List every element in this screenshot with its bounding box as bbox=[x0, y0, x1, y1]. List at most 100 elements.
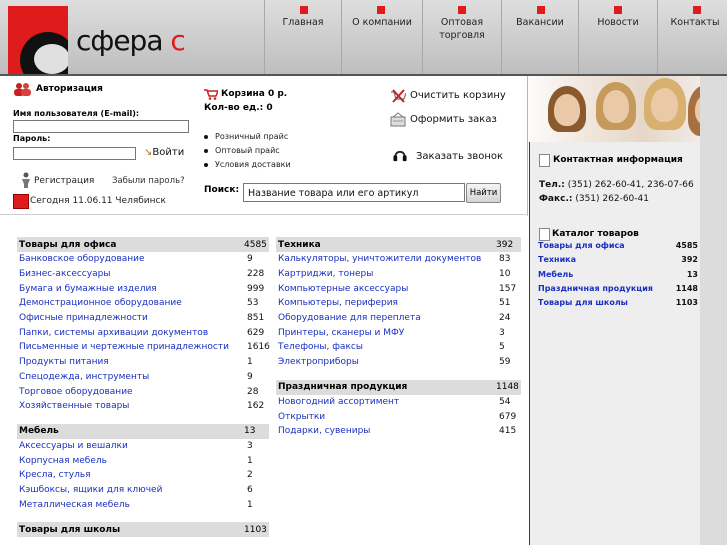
register-link[interactable]: Регистрация bbox=[34, 176, 94, 186]
category-link[interactable]: Оборудование для переплета bbox=[276, 313, 499, 323]
catalog-row: Компьютеры, периферия 51 bbox=[276, 296, 521, 311]
document-icon bbox=[539, 228, 550, 241]
logo-mark[interactable] bbox=[8, 6, 68, 74]
category-link[interactable]: Письменные и чертежные принадлежности bbox=[17, 342, 247, 352]
category-link[interactable]: Металлическая мебель bbox=[17, 500, 247, 510]
nav-about[interactable]: О компании bbox=[341, 0, 422, 76]
category-count: 28 bbox=[247, 386, 259, 397]
category-link[interactable]: Офисные принадлежности bbox=[17, 313, 247, 323]
logo-text[interactable]: сфера с bbox=[76, 24, 186, 57]
phone-value: (351) 262-60-41, 236-07-66 bbox=[567, 180, 694, 190]
catalog-row: Принтеры, сканеры и МФУ 3 bbox=[276, 325, 521, 340]
sidebar-catalog-link[interactable]: Мебель bbox=[538, 270, 573, 279]
category-link[interactable]: Компьютерные аксессуары bbox=[276, 284, 499, 294]
category-link[interactable]: Бизнес-аксессуары bbox=[17, 269, 247, 279]
sidebar-catalog-link[interactable]: Товары для офиса bbox=[538, 241, 625, 250]
category-link[interactable]: Папки, системы архивации документов bbox=[17, 328, 247, 338]
login-button[interactable]: ↘Войти bbox=[144, 147, 184, 158]
catalog-group: Товары для офиса 4585 Банковское оборудова… bbox=[17, 237, 270, 414]
group-count: 392 bbox=[496, 239, 514, 250]
category-link[interactable]: Торговое оборудование bbox=[17, 387, 247, 397]
checkout-link[interactable]: Оформить заказ bbox=[410, 114, 497, 125]
category-link[interactable]: Подарки, сувениры bbox=[276, 426, 499, 436]
category-link[interactable]: Бумага и бумажные изделия bbox=[17, 284, 247, 294]
nav-wholesale[interactable]: Оптовая торговля bbox=[422, 0, 501, 76]
category-link[interactable]: Кресла, стулья bbox=[17, 470, 247, 480]
delivery-terms-link[interactable]: Условия доставки bbox=[204, 160, 291, 169]
checkout-icon bbox=[390, 112, 406, 127]
nav-label: Вакансии bbox=[516, 17, 564, 28]
catalog-row: Калькуляторы, уничтожители документов 83 bbox=[276, 252, 521, 267]
nav-news[interactable]: Новости bbox=[578, 0, 657, 76]
category-link[interactable]: Открытки bbox=[276, 412, 499, 422]
category-link[interactable]: Электроприборы bbox=[276, 357, 499, 367]
category-count: 3 bbox=[247, 440, 253, 451]
category-link[interactable]: Аксессуары и вешалки bbox=[17, 441, 247, 451]
document-icon bbox=[539, 154, 550, 167]
nav-vacancies[interactable]: Вакансии bbox=[501, 0, 578, 76]
wholesale-price-link[interactable]: Оптовый прайс bbox=[204, 146, 280, 155]
category-count: 83 bbox=[499, 254, 511, 265]
login-label: Войти bbox=[152, 147, 185, 158]
clear-cart-link[interactable]: Очистить корзину bbox=[410, 90, 506, 101]
category-link[interactable]: Продукты питания bbox=[17, 357, 247, 367]
catalog-row: Оборудование для переплета 24 bbox=[276, 311, 521, 326]
category-count: 415 bbox=[499, 426, 517, 437]
category-count: 157 bbox=[499, 283, 517, 294]
sidebar-catalog-link[interactable]: Техника bbox=[538, 255, 576, 264]
group-header[interactable]: Мебель 13 bbox=[17, 423, 269, 439]
group-title[interactable]: Техника bbox=[278, 240, 321, 250]
cart-total[interactable]: Корзина 0 р. bbox=[221, 89, 287, 99]
username-input[interactable] bbox=[13, 120, 189, 133]
callback-link[interactable]: Заказать звонок bbox=[416, 151, 503, 162]
nav-marker-icon bbox=[693, 6, 701, 14]
catalog-row: Папки, системы архивации документов 629 bbox=[17, 325, 269, 340]
search-button[interactable]: Найти bbox=[466, 183, 501, 203]
category-link[interactable]: Калькуляторы, уничтожители документов bbox=[276, 254, 499, 264]
category-link[interactable]: Корпусная мебель bbox=[17, 456, 247, 466]
catalog-group: Мебель 13 Аксессуары и вешалки 3 Корпусная м… bbox=[17, 423, 269, 512]
nav-label: Новости bbox=[597, 17, 639, 28]
category-link[interactable]: Картриджи, тонеры bbox=[276, 269, 499, 279]
category-count: 162 bbox=[247, 401, 265, 412]
username-label: Имя пользователя (E-mail): bbox=[13, 109, 140, 118]
sidebar-catalog-count: 13 bbox=[686, 269, 698, 279]
nav-marker-icon bbox=[614, 6, 622, 14]
category-link[interactable]: Кэшбоксы, ящики для ключей bbox=[17, 485, 247, 495]
group-header[interactable]: Товары для школы 1103 bbox=[17, 522, 269, 537]
category-count: 1 bbox=[247, 499, 253, 510]
password-input[interactable] bbox=[13, 147, 136, 160]
category-link[interactable]: Хозяйственные товары bbox=[17, 401, 247, 411]
category-link[interactable]: Спецодежда, инструменты bbox=[17, 372, 247, 382]
category-link[interactable]: Компьютеры, периферия bbox=[276, 298, 499, 308]
group-title[interactable]: Товары для школы bbox=[19, 525, 120, 535]
group-title[interactable]: Праздничная продукция bbox=[278, 382, 407, 392]
group-header[interactable]: Техника 392 bbox=[276, 237, 521, 252]
category-link[interactable]: Принтеры, сканеры и МФУ bbox=[276, 328, 499, 338]
sidebar-catalog-link[interactable]: Товары для школы bbox=[538, 298, 628, 307]
logo-circle-inner bbox=[34, 44, 68, 74]
group-title[interactable]: Товары для офиса bbox=[19, 240, 116, 250]
catalog-row: Офисные принадлежности 851 bbox=[17, 311, 269, 326]
category-link[interactable]: Демонстрационное оборудование bbox=[17, 298, 247, 308]
sidebar-catalog-link[interactable]: Праздничная продукция bbox=[538, 284, 653, 293]
category-link[interactable]: Банковское оборудование bbox=[17, 254, 247, 264]
group-header[interactable]: Праздничная продукция 1148 bbox=[276, 379, 521, 395]
catalog-row: Демонстрационное оборудование 53 bbox=[17, 296, 269, 311]
group-header[interactable]: Товары для офиса 4585 bbox=[17, 237, 269, 252]
category-count: 10 bbox=[499, 269, 511, 280]
forgot-password-link[interactable]: Забыли пароль? bbox=[112, 176, 185, 186]
nav-contacts[interactable]: Контакты bbox=[657, 0, 727, 76]
group-title[interactable]: Мебель bbox=[19, 426, 59, 436]
category-link[interactable]: Телефоны, факсы bbox=[276, 342, 499, 352]
retail-price-link[interactable]: Розничный прайс bbox=[204, 132, 288, 141]
group-count: 4585 bbox=[244, 239, 267, 250]
group-count: 13 bbox=[244, 426, 256, 437]
search-input[interactable]: Название товара или его артикул bbox=[243, 183, 465, 202]
headset-icon bbox=[393, 150, 407, 162]
catalog-row: Аксессуары и вешалки 3 bbox=[17, 439, 269, 454]
nav-home[interactable]: Главная bbox=[264, 0, 341, 76]
category-link[interactable]: Новогодний ассортимент bbox=[276, 397, 499, 407]
category-count: 1 bbox=[247, 455, 253, 466]
catalog-row: Письменные и чертежные принадлежности 161… bbox=[17, 340, 270, 355]
